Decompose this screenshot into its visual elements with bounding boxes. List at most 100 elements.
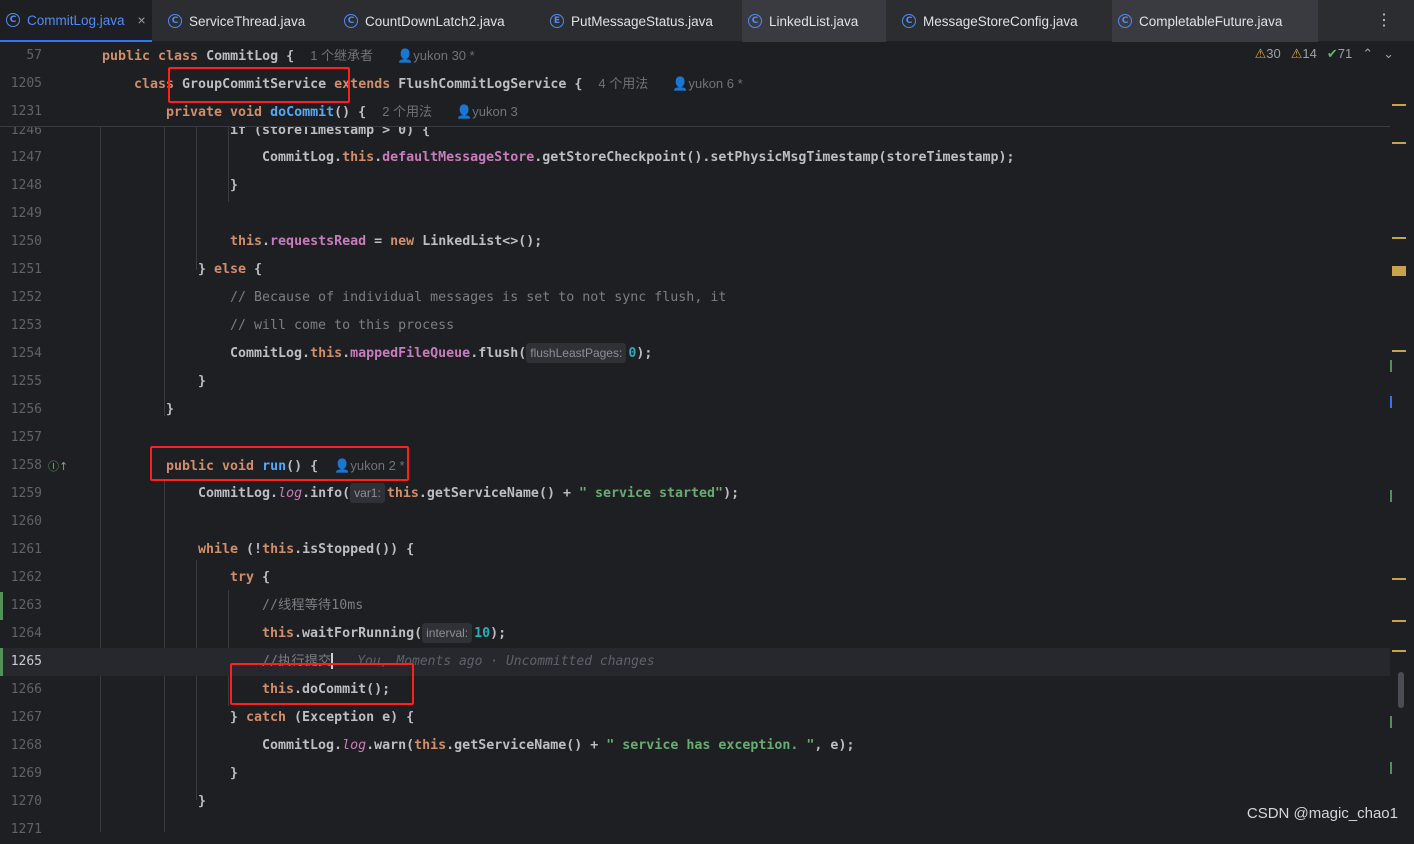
code-line[interactable]: 1254 CommitLog.this.mappedFileQueue.flus… [0, 340, 1390, 368]
code-line[interactable]: 1249 [0, 200, 1390, 228]
tab-linkedlist[interactable]: C LinkedList.java [742, 0, 886, 42]
code-line[interactable]: 1260 [0, 508, 1390, 536]
line-number: 1248 [10, 178, 42, 193]
warning-stripe-mark[interactable] [1392, 266, 1406, 276]
author-hint: yukon 3 [472, 104, 518, 119]
code-line[interactable]: 1259 CommitLog.log.info(var1: this.getSer… [0, 480, 1390, 508]
chevron-up-icon[interactable]: ⌃ [1362, 46, 1373, 62]
warning-icon: ⚠ [1254, 46, 1267, 61]
code-line[interactable]: 1269 } [0, 760, 1390, 788]
line-number: 1231 [10, 104, 42, 119]
code-text: try { [230, 570, 271, 585]
author-hint: yukon 30 * [413, 48, 475, 63]
warning-stripe-mark[interactable] [1392, 578, 1406, 580]
line-number: 1205 [10, 76, 42, 91]
inspection-widget[interactable]: ⚠30 ⚠14 ✔71 ⌃ ⌄ [1255, 46, 1394, 62]
code-line[interactable]: 1270 } [0, 788, 1390, 816]
comment: // Because of individual messages is set… [230, 290, 727, 305]
change-stripe-mark[interactable] [1390, 716, 1392, 728]
usages-hint: 1 个继承者 [310, 48, 374, 63]
code-line[interactable]: 1262 try { [0, 564, 1390, 592]
tab-servicethread[interactable]: C ServiceThread.java [162, 0, 332, 42]
weak-warnings-count[interactable]: ⚠14 [1291, 46, 1317, 62]
tab-label: ServiceThread.java [189, 13, 306, 29]
current-code-line[interactable]: 1265 //执行提交 You, Moments ago · Uncommitt… [0, 648, 1390, 676]
line-number: 1255 [10, 374, 42, 389]
watermark: CSDN @magic_chao1 [1246, 805, 1398, 822]
change-stripe-mark[interactable] [1390, 762, 1392, 774]
checks-count[interactable]: ✔71 [1327, 46, 1352, 62]
code-text: } [166, 402, 175, 417]
code-line[interactable]: 1261 while (!this.isStopped()) { [0, 536, 1390, 564]
warning-stripe-mark[interactable] [1392, 620, 1406, 622]
warnings-count[interactable]: ⚠30 [1255, 46, 1281, 62]
code-line[interactable]: 1271 [0, 816, 1390, 844]
code-line[interactable]: 1256 } [0, 396, 1390, 424]
change-stripe-mark[interactable] [1390, 360, 1392, 372]
line-number: 1250 [10, 234, 42, 249]
tab-commitlog[interactable]: C CommitLog.java × [0, 0, 152, 42]
code-text: CommitLog.this.defaultMessageStore.getSt… [262, 150, 1015, 165]
warning-stripe-mark[interactable] [1392, 104, 1406, 106]
change-stripe-mark[interactable] [1390, 396, 1392, 408]
tab-messagestoreconfig[interactable]: C MessageStoreConfig.java [896, 0, 1110, 42]
tab-completablefuture[interactable]: C CompletableFuture.java [1112, 0, 1318, 42]
more-tabs-icon[interactable]: ⋮ [1376, 10, 1392, 29]
line-number: 1267 [10, 710, 42, 725]
line-number: 1247 [10, 150, 42, 165]
class-icon: C [748, 14, 762, 28]
parameter-hint: interval: [422, 623, 473, 643]
code-line[interactable]: 1266 this.doCommit(); [0, 676, 1390, 704]
tab-putmessagestatus[interactable]: E PutMessageStatus.java [544, 0, 740, 42]
code-line[interactable]: 1251 } else { [0, 256, 1390, 284]
code-line[interactable]: 1255 } [0, 368, 1390, 396]
line-number: 1266 [10, 682, 42, 697]
line-number: 1270 [10, 794, 42, 809]
code-line[interactable]: 1248 } [0, 172, 1390, 200]
warning-stripe-mark[interactable] [1392, 142, 1406, 144]
chevron-down-icon[interactable]: ⌄ [1383, 46, 1394, 62]
tab-label: CompletableFuture.java [1139, 13, 1283, 29]
tab-countdownlatch2[interactable]: C CountDownLatch2.java [338, 0, 538, 42]
vertical-scrollbar-thumb[interactable] [1398, 672, 1404, 708]
parameter-hint: flushLeastPages: [526, 343, 627, 363]
implements-gutter-icon[interactable]: Ⓘ↑ [48, 458, 68, 474]
class-icon: C [6, 13, 20, 27]
change-stripe-mark[interactable] [1390, 490, 1392, 502]
line-number: 1249 [10, 206, 42, 221]
code-text: } [230, 766, 239, 781]
code-text: this.waitForRunning(interval: 10); [262, 620, 506, 648]
line-number: 1260 [10, 514, 42, 529]
code-line[interactable]: 1268 CommitLog.log.warn(this.getServiceN… [0, 732, 1390, 760]
code-line[interactable]: 1250 this.requestsRead = new LinkedList<… [0, 228, 1390, 256]
code-text: while (!this.isStopped()) { [198, 542, 415, 557]
tab-label: LinkedList.java [769, 13, 859, 29]
tab-label: MessageStoreConfig.java [923, 13, 1078, 29]
class-icon: C [902, 14, 916, 28]
tab-label: PutMessageStatus.java [571, 13, 713, 29]
code-text: } [198, 374, 207, 389]
check-icon: ✔ [1326, 46, 1338, 61]
close-icon[interactable]: × [138, 12, 146, 28]
code-text: } catch (Exception e) { [230, 710, 415, 725]
line-number: 57 [26, 48, 42, 63]
code-line[interactable]: 1253 // will come to this process [0, 312, 1390, 340]
warning-stripe-mark[interactable] [1392, 650, 1406, 652]
author-icon: 👤 [397, 48, 414, 63]
line-number: 1251 [10, 262, 42, 277]
author-icon: 👤 [456, 104, 473, 119]
code-line[interactable]: 1263 //线程等待10ms [0, 592, 1390, 620]
line-number: 1256 [10, 402, 42, 417]
usages-hint: 4 个用法 [598, 76, 649, 91]
code-text: } else { [198, 262, 263, 277]
warning-stripe-mark[interactable] [1392, 237, 1406, 239]
code-line[interactable]: 1267 } catch (Exception e) { [0, 704, 1390, 732]
line-number: 1262 [10, 570, 42, 585]
code-line[interactable]: 1264 this.waitForRunning(interval: 10); [0, 620, 1390, 648]
code-line[interactable]: 1252 // Because of individual messages i… [0, 284, 1390, 312]
code-line[interactable]: 1247 CommitLog.this.defaultMessageStore.… [0, 144, 1390, 172]
sticky-line[interactable]: 57 public class CommitLog { 1 个继承者 👤yuko… [0, 42, 1390, 70]
comment: // will come to this process [230, 318, 455, 333]
warning-stripe-mark[interactable] [1392, 350, 1406, 352]
usages-hint: 2 个用法 [382, 104, 433, 119]
